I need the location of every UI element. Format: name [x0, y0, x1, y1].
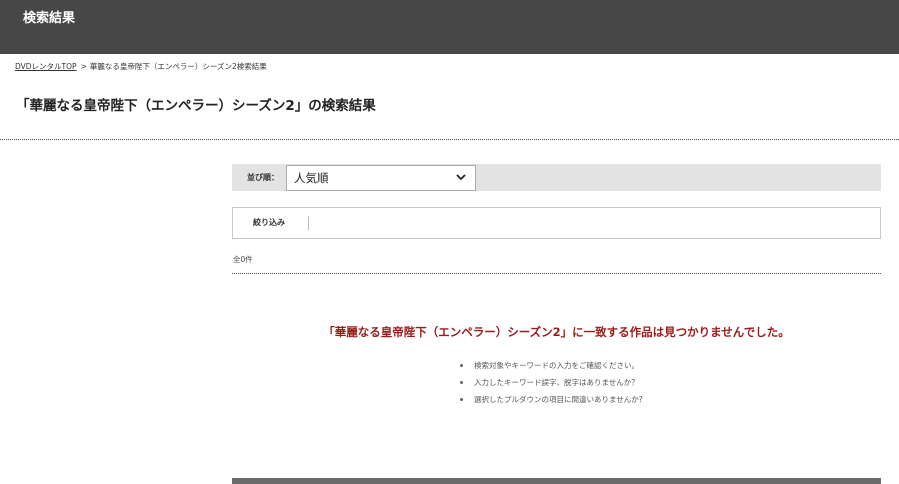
sort-label: 並び順： — [247, 173, 279, 182]
filter-divider — [308, 216, 309, 230]
page-title: 「華麗なる皇帝陛下（エンペラー）シーズン2」の検索結果 — [16, 98, 376, 114]
chevron-down-icon — [456, 174, 466, 181]
hint-text: 入力したキーワード誤字、脱字はありませんか？ — [474, 378, 639, 387]
title-divider — [0, 139, 899, 140]
breadcrumb-current: 華麗なる皇帝陛下（エンペラー）シーズン2検索結果 — [89, 62, 267, 71]
breadcrumb: DVDレンタルTOP > 華麗なる皇帝陛下（エンペラー）シーズン2検索結果 — [15, 61, 267, 73]
bullet-icon — [460, 381, 463, 384]
list-item: 入力したキーワード誤字、脱字はありませんか？ — [460, 374, 643, 391]
hint-text: 選択したプルダウンの項目に間違いありませんか? — [474, 395, 643, 404]
sort-select[interactable]: 人気順 — [286, 165, 476, 191]
results-divider — [232, 273, 881, 274]
filter-box: 絞り込み — [232, 207, 881, 239]
breadcrumb-home-link[interactable]: DVDレンタルTOP — [15, 62, 77, 71]
sort-bar: 並び順： 人気順 — [232, 164, 881, 191]
header-bar: 検索結果 — [0, 0, 899, 54]
filter-button[interactable]: 絞り込み — [253, 217, 285, 229]
sort-selected-value: 人気順 — [294, 171, 329, 185]
header-title: 検索結果 — [23, 11, 76, 26]
list-item: 選択したプルダウンの項目に間違いありませんか? — [460, 391, 643, 408]
hint-text: 検索対象やキーワードの入力をご確認ください。 — [474, 361, 639, 370]
bullet-icon — [460, 398, 463, 401]
breadcrumb-separator: > — [80, 62, 87, 71]
result-count: 全0件 — [233, 255, 253, 264]
bottom-bar — [232, 478, 881, 484]
no-result-message: 「華麗なる皇帝陛下（エンペラー）シーズン2」に一致する作品は見つかりませんでした… — [323, 325, 790, 339]
search-hints-list: 検索対象やキーワードの入力をご確認ください。 入力したキーワード誤字、脱字はあり… — [460, 357, 643, 408]
list-item: 検索対象やキーワードの入力をご確認ください。 — [460, 357, 643, 374]
bullet-icon — [460, 364, 463, 367]
